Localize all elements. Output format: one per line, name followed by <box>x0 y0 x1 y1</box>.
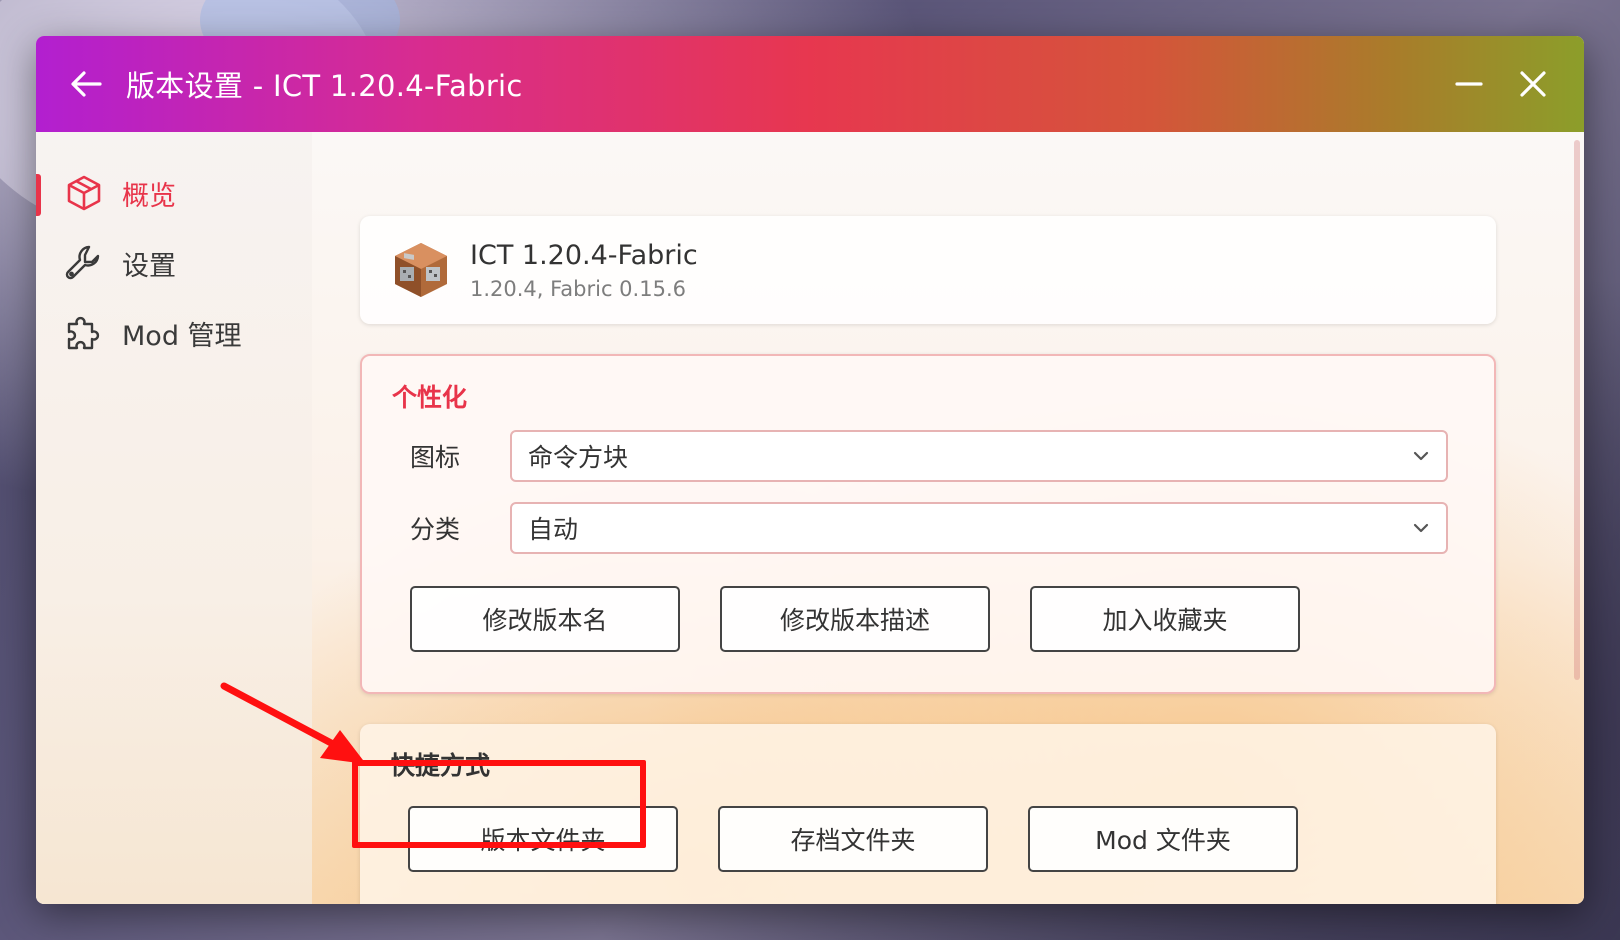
sidebar-item-overview[interactable]: 概览 <box>36 158 312 228</box>
category-select-value: 自动 <box>528 515 579 544</box>
back-button[interactable] <box>68 66 104 102</box>
titlebar: 版本设置 - ICT 1.20.4-Fabric <box>36 36 1584 132</box>
version-description: 1.20.4, Fabric 0.15.6 <box>470 276 686 301</box>
version-info-card: ICT 1.20.4-Fabric 1.20.4, Fabric 0.15.6 <box>360 216 1496 324</box>
icon-select[interactable]: 命令方块 <box>510 430 1448 482</box>
personalization-card: 个性化 图标 命令方块 分类 自动 修改版本名 修改版本描述 加入收藏夹 <box>360 354 1496 694</box>
wrench-icon <box>64 243 104 283</box>
cube-icon <box>64 173 104 213</box>
category-label: 分类 <box>410 515 461 544</box>
sidebar-item-label: 设置 <box>122 250 176 282</box>
minimize-icon <box>1455 82 1483 86</box>
sidebar-item-settings[interactable]: 设置 <box>36 228 312 298</box>
rename-version-button[interactable]: 修改版本名 <box>410 586 680 652</box>
category-row: 分类 自动 <box>410 502 1448 554</box>
sidebar: 概览 设置 Mod 管理 <box>36 132 312 904</box>
version-name: ICT 1.20.4-Fabric <box>470 239 698 271</box>
category-select[interactable]: 自动 <box>510 502 1448 554</box>
personalization-title: 个性化 <box>392 383 468 412</box>
scrollbar[interactable] <box>1574 140 1580 680</box>
mod-folder-button[interactable]: Mod 文件夹 <box>1028 806 1298 872</box>
version-settings-window: 版本设置 - ICT 1.20.4-Fabric 概览 设置 Mod 管理 IC… <box>36 36 1584 904</box>
puzzle-icon <box>64 313 104 353</box>
sidebar-item-label: Mod 管理 <box>122 320 242 352</box>
chevron-down-icon <box>1413 523 1429 533</box>
icon-row: 图标 命令方块 <box>410 430 1448 482</box>
add-favorite-button[interactable]: 加入收藏夹 <box>1030 586 1300 652</box>
minimize-button[interactable] <box>1452 67 1486 101</box>
close-button[interactable] <box>1516 67 1550 101</box>
arrow-left-icon <box>71 71 102 97</box>
window-title: 版本设置 - ICT 1.20.4-Fabric <box>126 69 523 103</box>
close-icon <box>1520 71 1546 97</box>
edit-description-button[interactable]: 修改版本描述 <box>720 586 990 652</box>
shortcuts-card: 快捷方式 版本文件夹 存档文件夹 Mod 文件夹 <box>360 724 1496 904</box>
main-content: ICT 1.20.4-Fabric 1.20.4, Fabric 0.15.6 … <box>312 132 1584 904</box>
version-folder-button[interactable]: 版本文件夹 <box>408 806 678 872</box>
sidebar-item-mod-management[interactable]: Mod 管理 <box>36 298 312 368</box>
icon-select-value: 命令方块 <box>528 443 629 472</box>
chevron-down-icon <box>1413 451 1429 461</box>
saves-folder-button[interactable]: 存档文件夹 <box>718 806 988 872</box>
shortcuts-title: 快捷方式 <box>390 751 491 780</box>
icon-label: 图标 <box>410 443 461 472</box>
command-block-icon <box>395 243 447 297</box>
sidebar-item-label: 概览 <box>122 180 176 212</box>
